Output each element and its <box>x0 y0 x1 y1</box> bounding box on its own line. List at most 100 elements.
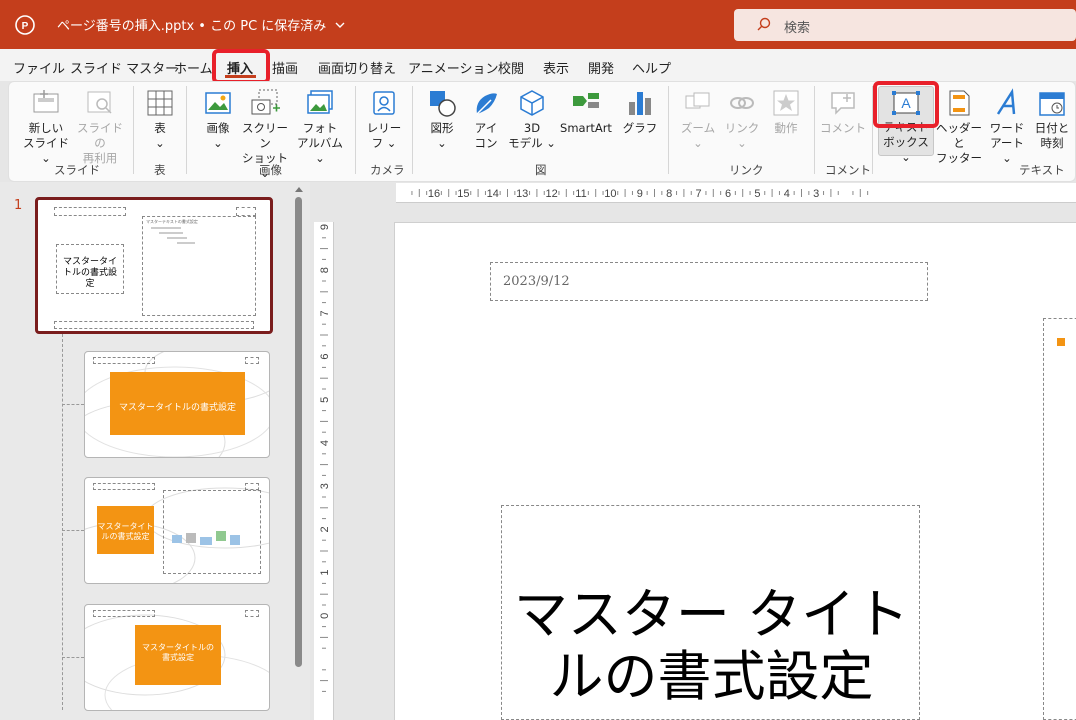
header-footer-icon <box>949 90 970 116</box>
new-slide-button[interactable]: 新しい スライド ⌄ <box>20 88 72 166</box>
action-button[interactable]: 動作 <box>764 88 808 136</box>
date-text: 2023/9/12 <box>503 274 570 289</box>
reuse-slides-button[interactable]: スライドの 再利用 <box>74 88 126 166</box>
group-label-table: 表 <box>154 163 166 177</box>
thumb-content-placeholder <box>163 490 261 574</box>
document-title[interactable]: ページ番号の挿入.pptx • この PC に保存済み <box>57 15 346 34</box>
ribbon-divider <box>186 86 187 174</box>
group-label-slides: スライド <box>54 163 100 177</box>
powerpoint-icon[interactable]: P <box>15 15 35 35</box>
table-button[interactable]: 表 ⌄ <box>140 88 180 151</box>
reuse-slides-icon <box>87 91 112 114</box>
thumb-footer-placeholder <box>54 321 254 329</box>
thumb-placeholder <box>93 610 155 617</box>
photo-album-label-2: アルバム <box>297 136 343 150</box>
header-footer-button[interactable]: ヘッダーと フッター <box>934 88 984 166</box>
thumb-placeholder <box>245 483 259 490</box>
cameo-button[interactable]: レリー フ ⌄ <box>362 88 406 151</box>
ruler-label: 7 <box>319 310 331 316</box>
ruler-label: 0 <box>319 613 331 619</box>
tab-transitions[interactable]: 画面切り替え <box>318 58 396 77</box>
shapes-label: 図形 <box>430 121 454 135</box>
icons-button[interactable]: アイ コン <box>464 88 508 151</box>
thumb-layout-title: マスタータイトルの書式設定 <box>118 403 236 413</box>
tab-help[interactable]: ヘルプ <box>632 58 671 77</box>
cameo-label-2: フ <box>371 136 384 150</box>
link-label: リンク <box>724 121 760 135</box>
ribbon-divider <box>412 86 413 174</box>
layout-thumbnail-section-header[interactable]: マスタータイトルの書式設定 <box>84 604 270 711</box>
title-placeholder[interactable]: マスター タイトルの書式設定 <box>501 505 920 720</box>
ruler-label: 15 <box>457 188 469 200</box>
tab-developer[interactable]: 開発 <box>588 58 614 77</box>
thumb-bullet-line <box>177 242 195 244</box>
title-bar: P ページ番号の挿入.pptx • この PC に保存済み 検索 <box>0 0 1076 49</box>
comment-label: コメント <box>820 121 866 135</box>
thumb-placeholder <box>93 357 155 364</box>
chart-label: グラフ <box>622 121 658 135</box>
icons-label-1: アイ <box>474 121 498 135</box>
ruler-label: 6 <box>725 188 731 200</box>
tab-view[interactable]: 表示 <box>543 58 569 77</box>
scroll-up-arrow-icon[interactable] <box>294 185 304 193</box>
document-title-text: ページ番号の挿入.pptx • この PC に保存済み <box>57 19 327 34</box>
comment-button[interactable]: コメント <box>820 88 866 136</box>
ruler-label: 6 <box>319 354 331 360</box>
action-label: 動作 <box>774 121 798 135</box>
tab-file[interactable]: ファイル <box>13 58 65 77</box>
shapes-button[interactable]: 図形 ⌄ <box>420 88 464 151</box>
bullet-marker <box>1057 338 1065 346</box>
thumb-title-placeholder: マスタータイトルの書式設定 <box>56 244 124 294</box>
ribbon-divider <box>133 86 134 174</box>
zoom-icon <box>685 92 710 109</box>
shapes-icon <box>430 91 456 117</box>
tab-slide-master[interactable]: スライド マスター <box>70 58 178 77</box>
ruler-label: 8 <box>666 188 672 200</box>
ruler-label: 1 <box>319 570 331 576</box>
pictures-button[interactable]: 画像 ⌄ <box>196 88 240 151</box>
slide-title-text: マスター タイトルの書式設定 <box>513 583 910 708</box>
thumbnail-scroll-thumb[interactable] <box>295 197 302 667</box>
ruler-label: 9 <box>319 224 331 230</box>
ruler-label: 16 <box>428 188 440 200</box>
table-icon <box>147 90 173 116</box>
pictures-label: 画像 <box>206 121 230 135</box>
tab-draw[interactable]: 描画 <box>272 58 298 77</box>
smartart-button[interactable]: SmartArt <box>556 88 616 136</box>
body-placeholder[interactable] <box>1043 318 1076 720</box>
vertical-ruler: 9 8 7 6 5 4 3 2 1 0 <box>314 222 334 720</box>
search-input[interactable]: 検索 <box>734 9 1076 41</box>
wordart-label-2: アート <box>990 136 1024 150</box>
3d-models-button[interactable]: 3D モデル ⌄ <box>508 88 556 151</box>
wordart-button[interactable]: ワード アート ⌄ <box>984 88 1030 166</box>
layout-thumbnail-title-slide[interactable]: マスタータイトルの書式設定 <box>84 351 270 458</box>
zoom-label: ズーム <box>680 121 716 135</box>
ruler-label: 12 <box>545 188 557 200</box>
tab-animations[interactable]: アニメーション <box>408 58 498 77</box>
thumb-body-placeholder: マスターテキストの書式設定 <box>142 216 256 316</box>
group-label-links: リンク <box>729 163 764 177</box>
date-time-button[interactable]: 日付と 時刻 <box>1030 88 1074 151</box>
chart-button[interactable]: グラフ <box>618 88 662 136</box>
tab-home[interactable]: ホーム <box>174 58 213 77</box>
ruler-label: 3 <box>319 483 331 489</box>
date-placeholder[interactable]: 2023/9/12 <box>490 262 928 301</box>
search-icon <box>757 17 771 31</box>
photo-album-button[interactable]: フォト アルバム ⌄ <box>292 88 348 166</box>
ruler-label: 10 <box>604 188 616 200</box>
icons-label-2: コン <box>474 136 498 150</box>
thumb-bullet-line <box>167 237 187 239</box>
3d-label-2: モデル <box>508 136 543 150</box>
screenshot-icon <box>251 89 280 115</box>
tab-review[interactable]: 校閲 <box>498 58 524 77</box>
zoom-button[interactable]: ズーム ⌄ <box>676 88 720 151</box>
master-slide-thumbnail[interactable]: マスタータイトルの書式設定 マスターテキストの書式設定 <box>35 197 273 334</box>
ruler-label: 4 <box>319 440 331 446</box>
layout-thumbnail-title-content[interactable]: マスタータイトルの書式設定 <box>84 477 270 584</box>
wordart-icon <box>996 88 1016 115</box>
chevron-down-icon[interactable] <box>334 20 346 30</box>
new-slide-label-1: 新しい <box>28 121 64 135</box>
thumb-orange-banner: マスタータイトルの書式設定 <box>110 372 245 435</box>
link-button[interactable]: リンク ⌄ <box>720 88 764 151</box>
photo-album-label-1: フォト <box>302 121 338 135</box>
